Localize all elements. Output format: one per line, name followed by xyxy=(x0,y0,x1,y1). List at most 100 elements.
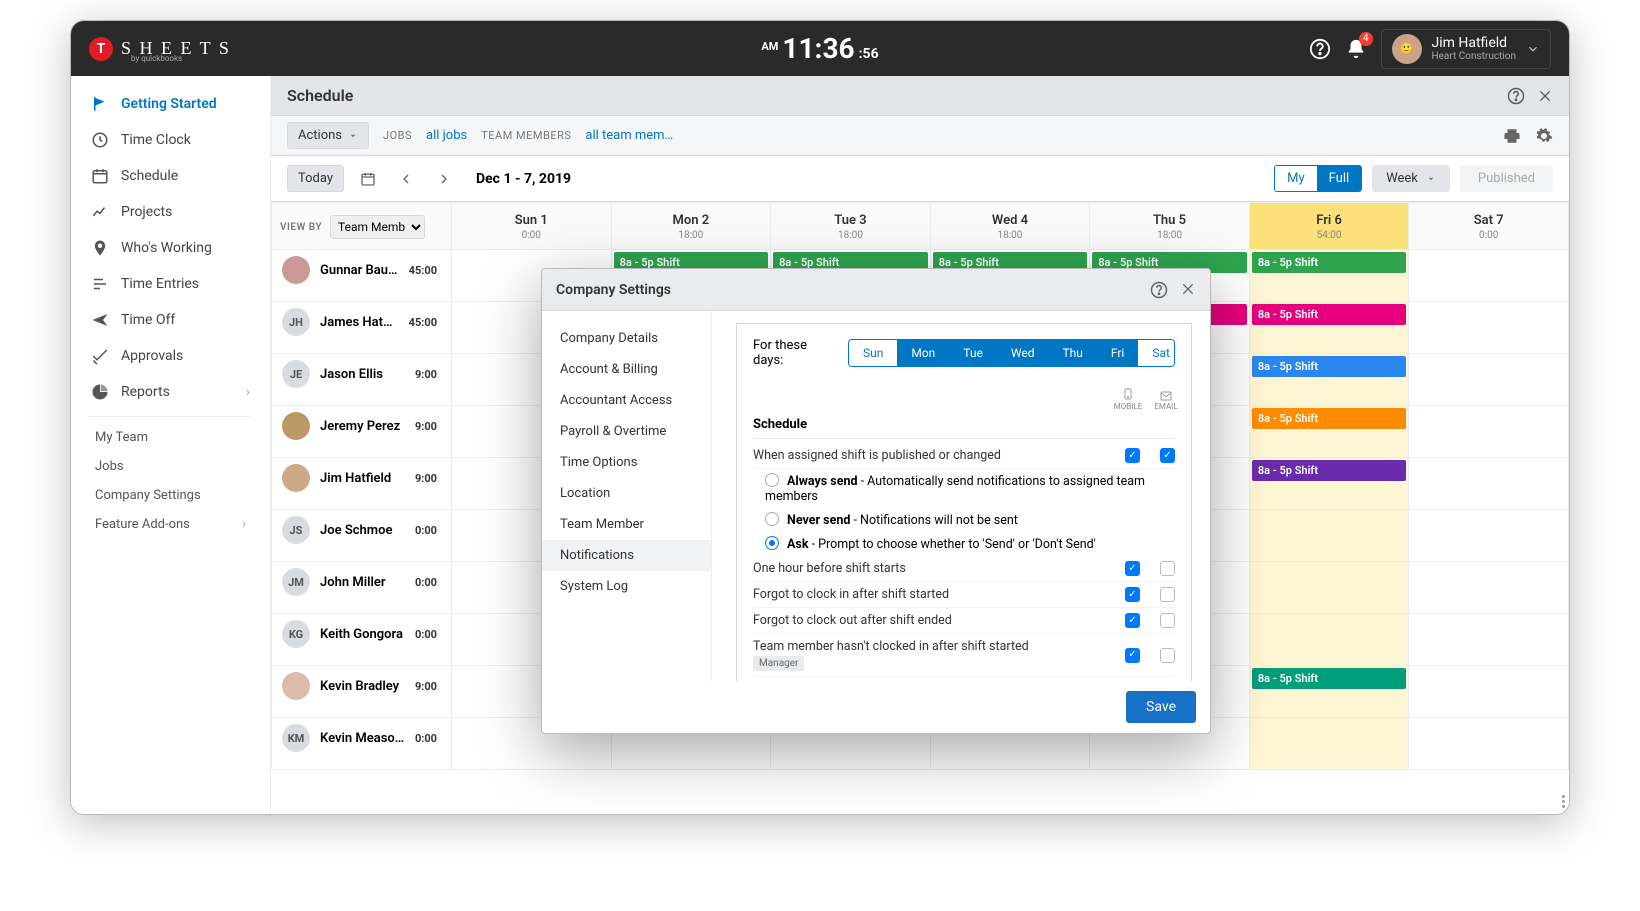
modal-nav-company-details[interactable]: Company Details xyxy=(542,323,711,354)
schedule-cell[interactable] xyxy=(1249,562,1409,614)
checkbox-mobile[interactable] xyxy=(1125,613,1140,628)
schedule-cell[interactable]: 8a - 5p Shift xyxy=(1249,250,1409,302)
checkbox-email[interactable] xyxy=(1160,448,1175,463)
checkbox-mobile[interactable] xyxy=(1125,561,1140,576)
schedule-cell[interactable] xyxy=(1409,666,1569,718)
nav-getting-started[interactable]: Getting Started xyxy=(71,86,270,122)
week-select[interactable]: Week xyxy=(1372,165,1450,192)
schedule-cell[interactable] xyxy=(1409,354,1569,406)
day-selector[interactable]: SunMonTueWedThuFriSat xyxy=(848,339,1175,367)
help-icon[interactable] xyxy=(1150,281,1168,299)
modal-nav-system-log[interactable]: System Log xyxy=(542,571,711,602)
nav-time-clock[interactable]: Time Clock xyxy=(71,122,270,158)
teammembers-filter[interactable]: all team mem… xyxy=(585,128,673,143)
member-row[interactable]: KGKeith Gongora0:00 xyxy=(272,614,451,654)
schedule-cell[interactable] xyxy=(1409,510,1569,562)
close-icon[interactable] xyxy=(1537,88,1553,104)
schedule-cell[interactable] xyxy=(1409,458,1569,510)
schedule-cell[interactable] xyxy=(1409,250,1569,302)
day-fri[interactable]: Fri xyxy=(1097,340,1138,366)
prev-icon[interactable] xyxy=(392,165,420,193)
nav-schedule[interactable]: Schedule xyxy=(71,158,270,194)
member-row[interactable]: JMJohn Miller0:00 xyxy=(272,562,451,602)
schedule-cell[interactable]: 8a - 5p Shift xyxy=(1249,406,1409,458)
shift-block[interactable]: 8a - 5p Shift xyxy=(1252,304,1407,325)
nav-time-entries[interactable]: Time Entries xyxy=(71,266,270,302)
jobs-filter[interactable]: all jobs xyxy=(426,128,467,143)
checkbox-mobile[interactable] xyxy=(1125,587,1140,602)
subnav-my-team[interactable]: My Team xyxy=(71,423,270,452)
member-row[interactable]: Gunnar Bauch45:00 xyxy=(272,250,451,290)
radio-ask[interactable] xyxy=(765,536,779,550)
day-sat[interactable]: Sat xyxy=(1138,340,1175,366)
shift-block[interactable]: 8a - 5p Shift xyxy=(1252,356,1407,377)
today-button[interactable]: Today xyxy=(287,165,344,192)
member-row[interactable]: Jeremy Perez9:00 xyxy=(272,406,451,446)
day-wed[interactable]: Wed xyxy=(997,340,1049,366)
day-mon[interactable]: Mon xyxy=(897,340,949,366)
nav-time-off[interactable]: Time Off xyxy=(71,302,270,338)
subnav-jobs[interactable]: Jobs xyxy=(71,452,270,481)
modal-nav-time-options[interactable]: Time Options xyxy=(542,447,711,478)
day-header[interactable]: Tue 318:00 xyxy=(771,203,931,250)
subnav-company-settings[interactable]: Company Settings xyxy=(71,481,270,510)
nav-approvals[interactable]: Approvals xyxy=(71,338,270,374)
schedule-cell[interactable] xyxy=(1249,614,1409,666)
save-button[interactable]: Save xyxy=(1126,691,1196,723)
day-header[interactable]: Fri 654:00 xyxy=(1249,203,1409,250)
gear-icon[interactable] xyxy=(1535,127,1553,145)
checkbox-mobile[interactable] xyxy=(1125,648,1140,663)
modal-nav-account-billing[interactable]: Account & Billing xyxy=(542,354,711,385)
checkbox-email[interactable] xyxy=(1160,648,1175,663)
subnav-feature-add-ons[interactable]: Feature Add-ons› xyxy=(71,510,270,539)
day-header[interactable]: Mon 218:00 xyxy=(611,203,771,250)
schedule-cell[interactable]: 8a - 5p Shift xyxy=(1249,354,1409,406)
checkbox-email[interactable] xyxy=(1160,561,1175,576)
shift-block[interactable]: 8a - 5p Shift xyxy=(1252,460,1407,481)
shift-block[interactable]: 8a - 5p Shift xyxy=(1252,668,1407,689)
nav-projects[interactable]: Projects xyxy=(71,194,270,230)
schedule-cell[interactable]: 8a - 5p Shift xyxy=(1249,302,1409,354)
nav-who's-working[interactable]: Who's Working xyxy=(71,230,270,266)
nav-reports[interactable]: Reports› xyxy=(71,374,270,410)
help-icon[interactable] xyxy=(1309,38,1331,60)
member-row[interactable]: Jim Hatfield9:00 xyxy=(272,458,451,498)
member-row[interactable]: KMKevin Measom0:00 xyxy=(272,718,451,758)
member-row[interactable]: JEJason Ellis9:00 xyxy=(272,354,451,394)
schedule-cell[interactable] xyxy=(1409,562,1569,614)
help-icon[interactable] xyxy=(1507,87,1525,105)
modal-nav-notifications[interactable]: Notifications xyxy=(542,540,711,571)
viewby-select[interactable]: Team Member xyxy=(330,215,425,239)
close-icon[interactable] xyxy=(1180,281,1196,299)
bell-icon[interactable]: 4 xyxy=(1345,38,1367,60)
modal-nav-accountant-access[interactable]: Accountant Access xyxy=(542,385,711,416)
schedule-cell[interactable] xyxy=(1409,302,1569,354)
print-icon[interactable] xyxy=(1503,127,1521,145)
shift-block[interactable]: 8a - 5p Shift xyxy=(1252,252,1407,273)
seg-full[interactable]: Full xyxy=(1317,166,1362,191)
my-full-toggle[interactable]: My Full xyxy=(1274,165,1362,192)
calendar-icon[interactable] xyxy=(354,165,382,193)
member-row[interactable]: Kevin Bradley9:00 xyxy=(272,666,451,706)
schedule-cell[interactable] xyxy=(1249,510,1409,562)
day-sun[interactable]: Sun xyxy=(849,340,897,366)
radio-never[interactable] xyxy=(765,512,779,526)
seg-my[interactable]: My xyxy=(1275,166,1317,191)
schedule-cell[interactable]: 8a - 5p Shift xyxy=(1249,458,1409,510)
modal-nav-location[interactable]: Location xyxy=(542,478,711,509)
modal-content[interactable]: For these days: SunMonTueWedThuFriSat MO… xyxy=(712,311,1210,681)
schedule-cell[interactable] xyxy=(1409,718,1569,770)
schedule-cell[interactable]: 8a - 5p Shift xyxy=(1249,666,1409,718)
modal-nav-payroll-overtime[interactable]: Payroll & Overtime xyxy=(542,416,711,447)
actions-button[interactable]: Actions xyxy=(287,122,369,149)
day-header[interactable]: Sun 10:00 xyxy=(452,203,612,250)
day-thu[interactable]: Thu xyxy=(1048,340,1096,366)
next-icon[interactable] xyxy=(430,165,458,193)
radio-always[interactable] xyxy=(765,473,779,487)
user-menu[interactable]: 🙂 Jim Hatfield Heart Construction xyxy=(1381,29,1552,69)
member-row[interactable]: JHJames Hatfield45:00 xyxy=(272,302,451,342)
day-header[interactable]: Thu 518:00 xyxy=(1090,203,1250,250)
schedule-cell[interactable] xyxy=(1409,614,1569,666)
checkbox-email[interactable] xyxy=(1160,613,1175,628)
shift-block[interactable]: 8a - 5p Shift xyxy=(1252,408,1407,429)
